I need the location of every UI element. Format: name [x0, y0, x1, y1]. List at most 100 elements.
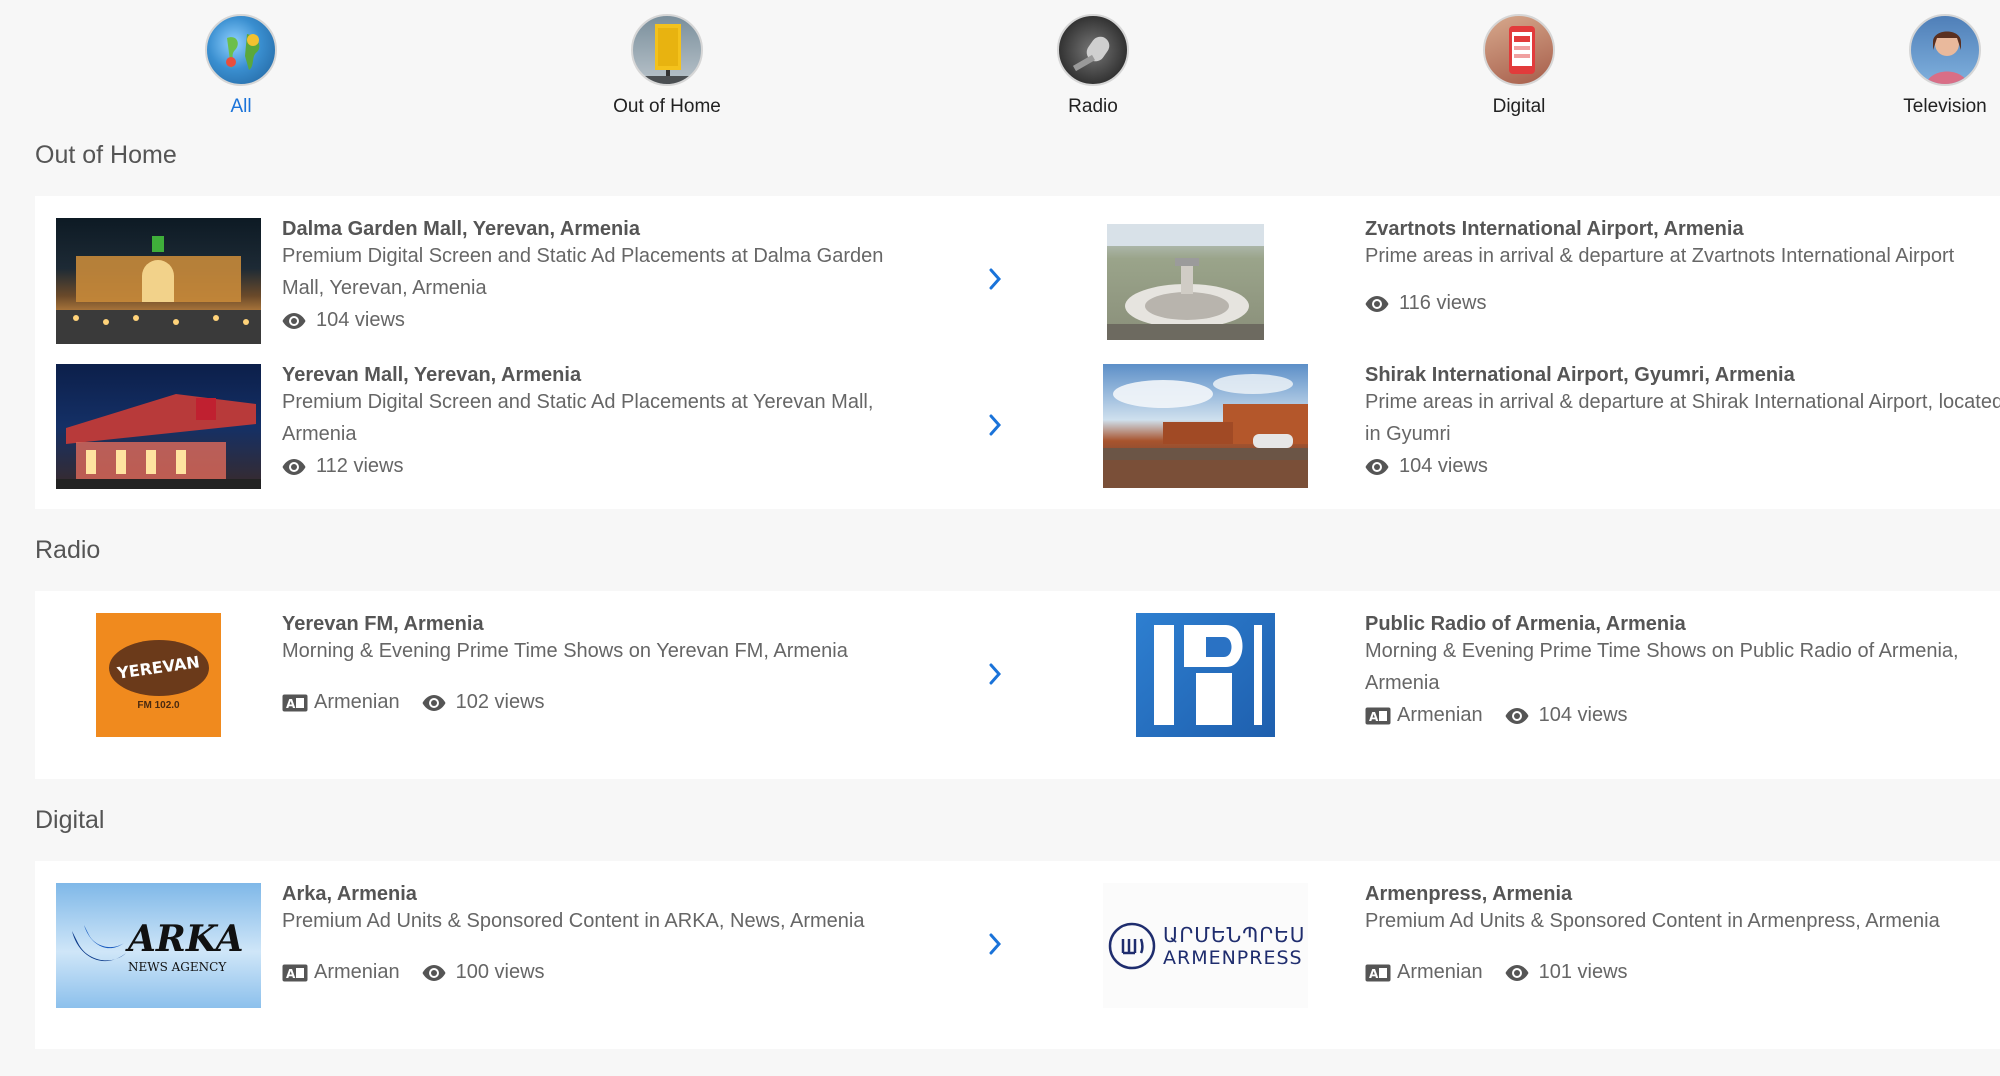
armenpress-emblem	[1108, 922, 1156, 969]
category-label: Out of Home	[613, 96, 721, 117]
logo-text: ԱՐՄԵՆՊՐԵՍ	[1163, 922, 1306, 947]
category-label: All	[230, 96, 252, 117]
listing-title[interactable]: Shirak International Airport, Gyumri, Ar…	[1365, 364, 1795, 387]
listing-title[interactable]: Armenpress, Armenia	[1365, 883, 1572, 906]
category-digital[interactable]: Digital	[1389, 14, 1649, 118]
listing-meta: 116 views	[1365, 292, 1486, 315]
logo-text: YEREVAN	[116, 652, 201, 683]
globe-icon	[205, 14, 277, 86]
listing-thumbnail	[56, 364, 261, 489]
listing-title[interactable]: Yerevan Mall, Yerevan, Armenia	[282, 364, 581, 387]
listing-yerevan-mall[interactable]: Yerevan Mall, Yerevan, Armenia Premium D…	[35, 346, 1035, 496]
eye-icon	[282, 312, 306, 329]
category-radio[interactable]: Radio	[963, 14, 1223, 118]
eye-icon	[1505, 707, 1529, 724]
microphone-icon	[1057, 14, 1129, 86]
phone-icon	[1483, 14, 1555, 86]
views-count: 116 views	[1399, 292, 1487, 314]
views-count: 101 views	[1538, 961, 1628, 983]
listing-meta: A Armenian 104 views	[1365, 704, 1628, 727]
eye-icon	[422, 694, 446, 711]
views-count: 100 views	[455, 961, 545, 983]
chevron-right-icon[interactable]	[980, 659, 1010, 689]
listing-title[interactable]: Dalma Garden Mall, Yerevan, Armenia	[282, 218, 640, 241]
eye-icon	[1365, 458, 1389, 475]
listing-meta: A Armenian 101 views	[1365, 961, 1628, 984]
svg-text:A: A	[286, 697, 296, 711]
listing-description: Prime areas in arrival & departure at Zv…	[1365, 245, 1955, 267]
arka-logo: ARKA NEWS AGENCY	[56, 883, 261, 1008]
category-television[interactable]: Television	[1815, 14, 2000, 118]
listing-description: Premium Digital Screen and Static Ad Pla…	[282, 391, 874, 445]
listing-meta: 104 views	[282, 309, 405, 332]
eye-icon	[1505, 964, 1529, 981]
panel-digital: ARKA NEWS AGENCY Arka, Armenia Premium A…	[35, 861, 2000, 1049]
listing-title[interactable]: Yerevan FM, Armenia	[282, 613, 484, 636]
svg-text:A: A	[286, 967, 296, 981]
listing-title[interactable]: Zvartnots International Airport, Armenia	[1365, 218, 1744, 241]
logo-subtext: FM 102.0	[137, 699, 180, 711]
section-title-digital: Digital	[35, 806, 105, 834]
views-count: 104 views	[316, 309, 405, 331]
listing-zvartnots-airport[interactable]: Zvartnots International Airport, Armenia…	[1082, 196, 2000, 346]
listing-description: Prime areas in arrival & departure at Sh…	[1365, 391, 2000, 445]
listing-description: Morning & Evening Prime Time Shows on Pu…	[1365, 640, 1959, 694]
views-count: 104 views	[1399, 455, 1488, 477]
logo-text: ARKA	[128, 917, 244, 960]
armenpress-logo: ԱՐՄԵՆՊՐԵՍ ARMENPRESS	[1103, 883, 1308, 1008]
chevron-right-icon[interactable]	[980, 264, 1010, 294]
language-label: Armenian	[1397, 704, 1483, 726]
svg-text:A: A	[1369, 710, 1379, 724]
language-icon: A	[282, 964, 308, 981]
listing-armenpress[interactable]: ԱՐՄԵՆՊՐԵՍ ARMENPRESS Armenpress, Armenia…	[1082, 861, 2000, 1049]
listing-shirak-airport[interactable]: Shirak International Airport, Gyumri, Ar…	[1082, 346, 2000, 496]
language-label: Armenian	[314, 961, 400, 983]
svg-text:A: A	[1369, 967, 1379, 981]
language-label: Armenian	[314, 691, 400, 713]
listing-meta: 112 views	[282, 455, 403, 478]
listing-meta: 104 views	[1365, 455, 1488, 478]
views-count: 102 views	[455, 691, 545, 713]
chevron-right-icon[interactable]	[980, 929, 1010, 959]
language-icon: A	[282, 694, 308, 711]
category-label: Television	[1903, 96, 1987, 117]
category-all[interactable]: All	[111, 14, 371, 118]
listing-yerevan-fm[interactable]: YEREVAN FM 102.0 Yerevan FM, Armenia Mor…	[35, 591, 1035, 779]
listing-title[interactable]: Public Radio of Armenia, Armenia	[1365, 613, 1686, 636]
billboard-icon	[631, 14, 703, 86]
tv-presenter-icon	[1909, 14, 1981, 86]
listing-meta: A Armenian 100 views	[282, 961, 545, 984]
language-icon: A	[1365, 964, 1391, 981]
listing-title[interactable]: Arka, Armenia	[282, 883, 417, 906]
panel-out-of-home: Dalma Garden Mall, Yerevan, Armenia Prem…	[35, 196, 2000, 509]
listing-thumbnail	[1107, 224, 1264, 340]
language-icon: A	[1365, 707, 1391, 724]
listing-meta: A Armenian 102 views	[282, 691, 545, 714]
language-label: Armenian	[1397, 961, 1483, 983]
listing-description: Premium Ad Units & Sponsored Content in …	[1365, 910, 1940, 932]
listing-description: Premium Ad Units & Sponsored Content in …	[282, 910, 865, 932]
yerevan-fm-logo: YEREVAN FM 102.0	[96, 613, 221, 737]
listing-dalma-garden-mall[interactable]: Dalma Garden Mall, Yerevan, Armenia Prem…	[35, 196, 1035, 346]
listing-description: Premium Digital Screen and Static Ad Pla…	[282, 245, 884, 299]
listing-arka[interactable]: ARKA NEWS AGENCY Arka, Armenia Premium A…	[35, 861, 1035, 1049]
listing-thumbnail	[1103, 364, 1308, 488]
eye-icon	[282, 458, 306, 475]
panel-radio: YEREVAN FM 102.0 Yerevan FM, Armenia Mor…	[35, 591, 2000, 779]
eye-icon	[1365, 295, 1389, 312]
category-out-of-home[interactable]: Out of Home	[537, 14, 797, 118]
listing-thumbnail	[56, 218, 261, 344]
views-count: 104 views	[1538, 704, 1628, 726]
category-label: Digital	[1492, 96, 1546, 117]
listing-public-radio[interactable]: Public Radio of Armenia, Armenia Morning…	[1082, 591, 2000, 779]
eye-icon	[422, 964, 446, 981]
category-strip: All Out of Home Radio Digital Television	[0, 0, 2000, 120]
section-title-out-of-home: Out of Home	[35, 141, 177, 169]
section-title-radio: Radio	[35, 536, 101, 564]
public-radio-logo	[1136, 613, 1275, 737]
listing-description: Morning & Evening Prime Time Shows on Ye…	[282, 640, 848, 662]
chevron-right-icon[interactable]	[980, 410, 1010, 440]
views-count: 112 views	[316, 455, 404, 477]
category-label: Radio	[1068, 96, 1118, 117]
arka-emblem	[72, 924, 126, 961]
